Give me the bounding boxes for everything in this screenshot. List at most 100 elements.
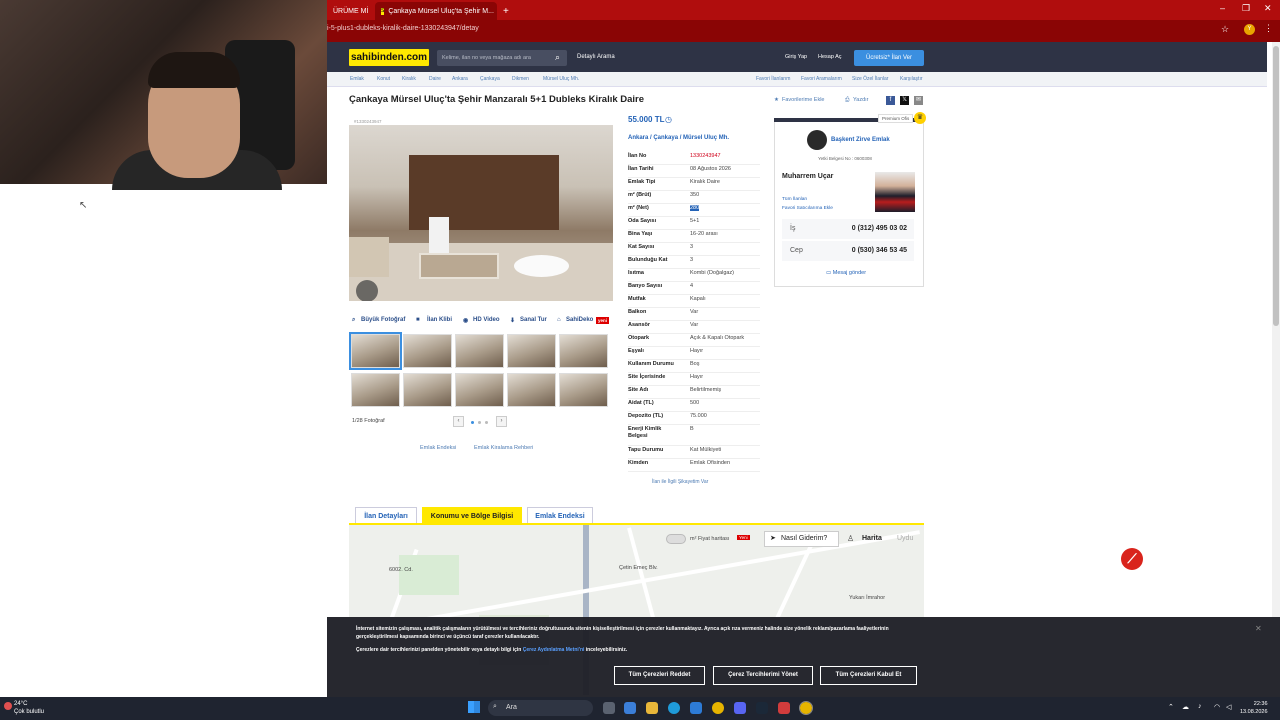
photo-thumbnail[interactable] <box>559 334 608 368</box>
url-text[interactable]: i-5-plus1-dubleks-kiralik-daire-13302439… <box>327 25 479 32</box>
accept-cookies-button[interactable]: Tüm Çerezleri Kabul Et <box>820 666 917 685</box>
tab-location[interactable]: Konumu ve Bölge Bilgisi <box>422 507 522 524</box>
x-twitter-icon[interactable]: 𝕏 <box>900 96 909 105</box>
tab-listing-details[interactable]: İlan Detayları <box>355 507 417 524</box>
print-link[interactable]: Yazdır <box>853 97 869 103</box>
weather-widget[interactable]: 24°C Çok bulutlu <box>14 700 44 716</box>
house-icon[interactable]: ⌂ <box>557 317 561 323</box>
wifi-icon[interactable]: ◠ <box>1214 703 1220 711</box>
profile-avatar[interactable]: Y <box>1244 24 1255 35</box>
breadcrumb-item[interactable]: Daire <box>429 76 441 82</box>
all-ads-link[interactable]: Tüm İlanları <box>782 197 807 202</box>
browser-tab-active[interactable]: SÇankaya Mürsel Uluç'ta Şehir M...✕ <box>375 2 497 20</box>
search-input[interactable]: Kelime, ilan no veya mağaza adı ara <box>437 50 567 66</box>
phone-row-mobile[interactable]: Cep 0 (530) 346 53 45 <box>782 241 914 261</box>
breadcrumb-item[interactable]: Emlak <box>350 76 364 82</box>
favorite-searches-link[interactable]: Favori Aramalarım <box>801 76 842 82</box>
location-breadcrumb[interactable]: Ankara / Çankaya / Mürsel Uluç Mh. <box>628 135 729 141</box>
breadcrumb-item[interactable]: Çankaya <box>480 76 500 82</box>
price-map-toggle[interactable] <box>666 534 686 544</box>
big-photo-button[interactable]: Büyük Fotoğraf <box>361 317 405 323</box>
video-camera-icon[interactable]: ■ <box>416 317 420 323</box>
chrome-icon[interactable] <box>712 702 724 714</box>
windows-start-icon[interactable] <box>467 700 481 714</box>
chevron-right-icon[interactable]: › <box>496 416 507 427</box>
steam-icon[interactable] <box>756 702 768 714</box>
main-photo[interactable] <box>349 125 613 301</box>
magnify-icon[interactable]: ⌕ <box>352 317 355 324</box>
map-view-button[interactable]: Harita <box>862 535 882 542</box>
photo-thumbnail[interactable] <box>349 332 402 370</box>
emlak-endeksi-link[interactable]: Emlak Endeksi <box>420 445 456 451</box>
favorite-star-icon[interactable]: ★ <box>774 97 779 103</box>
photo-thumbnail[interactable] <box>559 373 608 407</box>
breadcrumb-item[interactable]: Ankara <box>452 76 468 82</box>
scrollbar-thumb[interactable] <box>1273 46 1279 326</box>
special-ads-link[interactable]: Size Özel İlanlar <box>852 76 888 82</box>
photo-thumbnail[interactable] <box>507 373 556 407</box>
edge-icon[interactable] <box>668 702 680 714</box>
add-favorite-link[interactable]: Favorilerime Ekle <box>782 97 824 103</box>
chevron-left-icon[interactable]: ‹ <box>453 416 464 427</box>
play-icon[interactable] <box>356 280 378 301</box>
chrome-active-icon[interactable] <box>799 701 813 715</box>
price-history-icon[interactable]: ◷ <box>665 115 672 124</box>
search-icon[interactable]: ⌕ <box>555 52 560 63</box>
login-link[interactable]: Giriş Yap <box>785 54 807 60</box>
photo-thumbnail[interactable] <box>507 334 556 368</box>
hd-video-icon[interactable]: ◉ <box>463 317 468 324</box>
breadcrumb-item[interactable]: Konut <box>377 76 390 82</box>
address-bar[interactable]: i-5-plus1-dubleks-kiralik-daire-13302439… <box>327 20 1280 42</box>
street-view-icon[interactable]: ♙ <box>847 534 854 543</box>
breadcrumb-item[interactable]: Mürsel Uluç Mh. <box>543 76 579 82</box>
pager-dot[interactable] <box>478 421 481 424</box>
tab-emlak-endeksi[interactable]: Emlak Endeksi <box>527 507 593 524</box>
detailed-search-link[interactable]: Detaylı Arama <box>577 54 615 60</box>
hd-video-button[interactable]: HD Video <box>473 317 500 323</box>
mic-icon[interactable]: ♪ <box>1198 703 1202 710</box>
photo-thumbnail[interactable] <box>351 373 400 407</box>
breadcrumb-item[interactable]: Kiralık <box>402 76 416 82</box>
directions-button[interactable]: ➤ Nasıl Giderim? <box>764 531 839 547</box>
taskbar-search[interactable]: ⌕ Ara <box>488 700 593 716</box>
phone-row-work[interactable]: İş 0 (312) 495 03 02 <box>782 219 914 239</box>
photo-thumbnail[interactable] <box>403 373 452 407</box>
ad-clip-button[interactable]: İlan Klibi <box>427 317 452 323</box>
phone-number[interactable]: 0 (530) 346 53 45 <box>852 247 907 254</box>
office-name[interactable]: Başkent Zirve Emlak <box>831 137 890 143</box>
cookie-policy-link[interactable]: Çerez Aydınlatma Metni'ni <box>523 647 585 653</box>
pager-dot[interactable] <box>485 421 488 424</box>
app-icon[interactable] <box>778 702 790 714</box>
rental-guide-link[interactable]: Emlak Kiralama Rehberi <box>474 445 533 451</box>
virtual-tour-button[interactable]: Sanal Tur <box>520 317 547 323</box>
sahideko-button[interactable]: SahiDeko <box>566 317 593 323</box>
print-icon[interactable]: ⎙ <box>845 97 849 104</box>
file-explorer-icon[interactable] <box>646 702 658 714</box>
favorite-seller-link[interactable]: Favori Satıcılarıma Ekle <box>782 206 833 211</box>
photo-thumbnail[interactable] <box>455 334 504 368</box>
close-window-icon[interactable]: ✕ <box>1264 3 1272 14</box>
virtual-tour-icon[interactable]: ⬇ <box>510 317 515 324</box>
photo-thumbnail[interactable] <box>403 334 452 368</box>
photo-thumbnail[interactable] <box>455 373 504 407</box>
facebook-icon[interactable]: f <box>886 96 895 105</box>
favorite-ads-link[interactable]: Favori İlanlarım <box>756 76 790 82</box>
discord-icon[interactable] <box>734 702 746 714</box>
network-icon[interactable]: ☁ <box>1182 703 1189 711</box>
manage-cookies-button[interactable]: Çerez Tercihlerimi Yönet <box>713 666 813 685</box>
task-view-icon[interactable] <box>603 702 615 714</box>
reject-cookies-button[interactable]: Tüm Çerezleri Reddet <box>614 666 705 685</box>
post-ad-button[interactable]: Ücretsiz* İlan Ver <box>854 50 924 66</box>
close-icon[interactable]: ✕ <box>1255 624 1262 633</box>
breadcrumb-item[interactable]: Dikmen <box>512 76 529 82</box>
office-logo[interactable] <box>807 130 827 150</box>
pager-dot[interactable] <box>471 421 474 424</box>
restore-icon[interactable]: ❐ <box>1242 3 1250 14</box>
email-icon[interactable]: ✉ <box>914 96 923 105</box>
send-message-link[interactable]: ▭ Mesaj gönder <box>826 270 866 276</box>
mail-icon[interactable] <box>690 702 702 714</box>
menu-icon[interactable]: ⋮ <box>1264 23 1273 34</box>
bookmark-star-icon[interactable]: ☆ <box>1221 24 1229 35</box>
satellite-view-button[interactable]: Uydu <box>897 535 913 542</box>
phone-number[interactable]: 0 (312) 495 03 02 <box>852 225 907 232</box>
